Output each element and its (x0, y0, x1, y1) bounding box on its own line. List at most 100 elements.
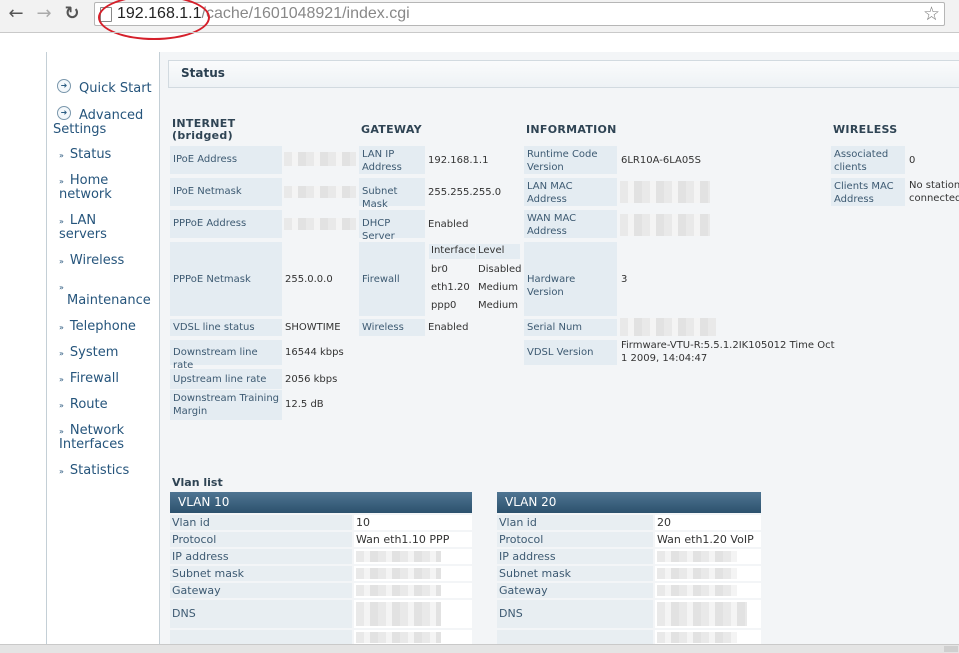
ip-address-value (354, 549, 472, 564)
sidebar-item-firewall[interactable]: » Firewall (59, 372, 119, 387)
vlan-id-value: 20 (655, 515, 761, 530)
sidebar-item-advanced-settings-line2[interactable]: Settings (53, 123, 106, 137)
associated-clients-value: 0 (909, 155, 916, 166)
firewall-col-level: Level (476, 244, 520, 259)
pppoe-address-label: PPPoE Address (170, 210, 282, 238)
pppoe-address-value (284, 218, 356, 230)
chevron-right-icon: » (59, 323, 64, 332)
vdsl-line-status-label: VDSL line status (170, 319, 282, 336)
vlan-20-header: VLAN 20 (497, 492, 761, 513)
chevron-right-icon: » (59, 427, 64, 436)
hardware-version-label: Hardware Version (524, 242, 617, 316)
gateway-value (655, 583, 761, 598)
lan-mac-value (620, 181, 710, 203)
firewall-iface: eth1.20 (431, 282, 470, 293)
chevron-right-icon: » (59, 217, 64, 226)
sidebar-item-telephone[interactable]: » Telephone (59, 320, 136, 335)
sidebar-item-label: Quick Start (79, 81, 152, 96)
dns-label: DNS (170, 600, 352, 628)
lan-ip-label: LAN IP Address (359, 146, 425, 174)
information-heading: INFORMATION (526, 123, 617, 136)
sidebar-item-lan-servers-line2[interactable]: servers (59, 228, 107, 242)
serial-num-label: Serial Num (524, 319, 617, 336)
forward-arrow-icon[interactable]: → (33, 3, 55, 25)
scrollbar-thumb[interactable] (944, 646, 958, 652)
wan-mac-label: WAN MAC Address (524, 210, 617, 238)
vlan-id-value: 10 (354, 515, 472, 530)
gateway-value (354, 583, 472, 598)
downstream-margin-value: 12.5 dB (285, 399, 324, 410)
subnet-mask-value (354, 566, 472, 581)
vdsl-line-status-value: SHOWTIME (285, 322, 341, 333)
address-bar[interactable]: 192.168.1.1/cache/1601048921/index.cgi ☆ (94, 2, 945, 26)
sidebar-item-statistics[interactable]: » Statistics (59, 464, 129, 479)
firewall-label: Firewall (359, 242, 425, 316)
sidebar-item-advanced-settings[interactable]: ➜ Advanced (57, 106, 143, 123)
upstream-rate-label: Upstream line rate (170, 369, 282, 389)
subnet-mask-label: Subnet Mask (359, 178, 425, 210)
protocol-value: Wan eth1.20 VoIP (655, 532, 761, 547)
ip-address-label: IP address (170, 549, 352, 564)
chevron-right-icon: » (59, 283, 64, 292)
firewall-col-interface: Interface (429, 244, 476, 259)
back-arrow-icon[interactable]: ← (5, 3, 27, 25)
sidebar-item-wireless[interactable]: » Wireless (59, 254, 124, 269)
pppoe-netmask-label: PPPoE Netmask (170, 242, 282, 316)
browser-toolbar: ← → ↻ 192.168.1.1/cache/1601048921/index… (0, 0, 959, 40)
firewall-level: Medium (478, 300, 518, 311)
chevron-right-icon: » (59, 467, 64, 476)
page-title: Status (181, 66, 225, 80)
ipoe-address-label: IPoE Address (170, 146, 282, 174)
annotation-circle (98, 0, 210, 40)
sidebar-item-home-network-line2[interactable]: network (59, 188, 112, 202)
sidebar-item-status[interactable]: » Status (59, 148, 111, 163)
pppoe-netmask-value: 255.0.0.0 (285, 274, 333, 285)
subnet-mask-label: Subnet mask (497, 566, 653, 581)
clients-mac-label: Clients MAC Address (831, 178, 905, 206)
wireless-value: Enabled (428, 322, 469, 333)
chevron-right-icon: » (59, 177, 64, 186)
ipoe-netmask-label: IPoE Netmask (170, 178, 282, 206)
toolbar-divider (0, 32, 959, 33)
gateway-heading: GATEWAY (361, 123, 422, 136)
internet-subheading: (bridged) (172, 129, 233, 142)
gateway-label: Gateway (170, 583, 352, 598)
bookmark-star-icon[interactable]: ☆ (923, 3, 940, 25)
status-header: Status (168, 60, 959, 88)
upstream-rate-value: 2056 kbps (285, 374, 338, 385)
ip-address-value (655, 549, 761, 564)
serial-num-value (620, 318, 716, 336)
chevron-right-icon: » (59, 349, 64, 358)
dns-label: DNS (497, 600, 653, 628)
subnet-mask-value: 255.255.255.0 (428, 187, 502, 198)
vlan-row-extra-value (655, 630, 761, 645)
vlan-list-title: Vlan list (172, 476, 223, 489)
dhcp-server-value: Enabled (428, 219, 469, 230)
sidebar-item-quick-start[interactable]: ➜ Quick Start (57, 79, 152, 96)
protocol-value: Wan eth1.10 PPP (354, 532, 472, 547)
gateway-label: Gateway (497, 583, 653, 598)
wireless-label: Wireless (359, 319, 425, 336)
firewall-iface: ppp0 (431, 300, 457, 311)
reload-icon[interactable]: ↻ (61, 3, 83, 25)
downstream-rate-value: 16544 kbps (285, 347, 344, 358)
protocol-label: Protocol (170, 532, 352, 547)
associated-clients-label: Associated clients (831, 146, 905, 174)
wireless-heading: WIRELESS (833, 123, 898, 136)
chevron-right-icon: » (59, 401, 64, 410)
sidebar-item-network-interfaces-line2[interactable]: Interfaces (59, 438, 124, 452)
dns-value (354, 600, 472, 628)
firewall-level: Medium (478, 282, 518, 293)
downstream-rate-label: Downstream line rate (170, 340, 282, 371)
vlan-10-header: VLAN 10 (170, 492, 472, 513)
sidebar-item-maintenance[interactable]: Maintenance (67, 294, 151, 308)
runtime-code-label: Runtime Code Version (524, 146, 617, 174)
chevron-right-icon: » (59, 257, 64, 266)
vlan-row-extra (497, 630, 653, 645)
subnet-mask-label: Subnet mask (170, 566, 352, 581)
sidebar-item-route[interactable]: » Route (59, 398, 108, 413)
main-content: Status INTERNET (bridged) IPoE Address I… (160, 52, 959, 652)
sidebar-item-system[interactable]: » System (59, 346, 118, 361)
ipoe-address-value (284, 152, 356, 166)
protocol-label: Protocol (497, 532, 653, 547)
